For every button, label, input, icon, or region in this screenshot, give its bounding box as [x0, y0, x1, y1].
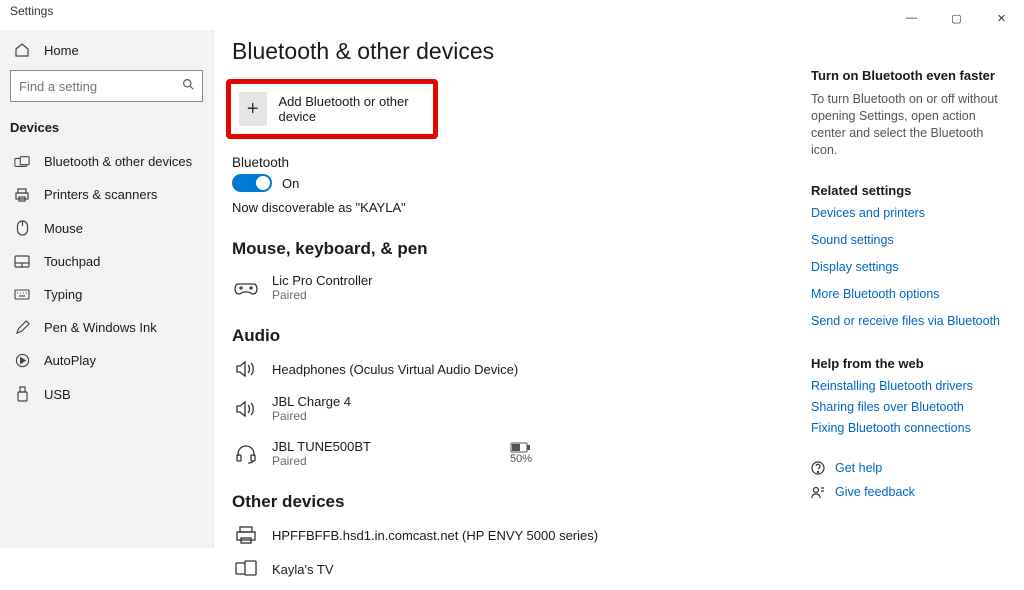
mouse-icon — [14, 220, 30, 236]
bluetooth-toggle[interactable] — [232, 174, 272, 192]
nav-autoplay[interactable]: AutoPlay — [0, 344, 213, 377]
link-display-settings[interactable]: Display settings — [811, 260, 1006, 274]
toggle-state-text: On — [282, 176, 299, 191]
nav-bluetooth[interactable]: Bluetooth & other devices — [0, 145, 213, 178]
window-minimize-button[interactable]: — — [889, 4, 934, 32]
add-device-highlight: + Add Bluetooth or other device — [226, 79, 438, 139]
device-row[interactable]: JBL TUNE500BT Paired 50% — [232, 435, 752, 480]
printer-device-icon — [234, 526, 258, 544]
help-icon — [811, 461, 825, 475]
window-controls: — ▢ ✕ — [889, 4, 1024, 32]
nav-home-label: Home — [44, 43, 79, 58]
window-maximize-button[interactable]: ▢ — [934, 4, 979, 32]
search-input[interactable] — [10, 70, 203, 102]
section-audio-heading: Audio — [232, 326, 781, 346]
nav-item-label: AutoPlay — [44, 353, 96, 368]
link-get-help[interactable]: Get help — [811, 461, 1006, 475]
device-name: JBL Charge 4 — [272, 394, 351, 409]
device-battery: 50% — [510, 442, 752, 465]
page-title: Bluetooth & other devices — [232, 38, 781, 65]
device-status: Paired — [272, 409, 351, 423]
title-bar: Settings — ▢ ✕ — [0, 0, 1024, 30]
headset-icon — [234, 444, 258, 464]
link-reinstall-drivers[interactable]: Reinstalling Bluetooth drivers — [811, 379, 1006, 393]
nav-group-label: Devices — [0, 114, 213, 145]
device-name: JBL TUNE500BT — [272, 439, 371, 454]
link-give-feedback[interactable]: Give feedback — [811, 485, 1006, 499]
device-name: Lic Pro Controller — [272, 273, 372, 288]
device-name: Headphones (Oculus Virtual Audio Device) — [272, 362, 518, 377]
section-mouse-heading: Mouse, keyboard, & pen — [232, 239, 781, 259]
related-heading: Related settings — [811, 183, 1006, 198]
speaker-icon — [234, 360, 258, 378]
nav-mouse[interactable]: Mouse — [0, 211, 213, 245]
tip-body: To turn Bluetooth on or off without open… — [811, 91, 1006, 159]
speaker-icon — [234, 400, 258, 418]
home-icon — [14, 42, 30, 58]
device-row[interactable]: Headphones (Oculus Virtual Audio Device) — [232, 356, 752, 390]
nav-home[interactable]: Home — [0, 36, 213, 70]
feedback-icon — [811, 485, 825, 499]
device-status: Paired — [272, 454, 371, 468]
sidebar: Home Devices Bluetooth & other devices P… — [0, 30, 214, 548]
pen-icon — [14, 320, 30, 335]
nav-item-label: Bluetooth & other devices — [44, 154, 192, 169]
help-heading: Help from the web — [811, 356, 1006, 371]
aside-panel: Turn on Bluetooth even faster To turn Bl… — [811, 38, 1006, 548]
link-send-receive-files[interactable]: Send or receive files via Bluetooth — [811, 314, 1006, 328]
device-name: Kayla's TV — [272, 562, 334, 577]
link-more-bluetooth[interactable]: More Bluetooth options — [811, 287, 1006, 301]
plus-icon: + — [239, 92, 267, 126]
link-fixing-connections[interactable]: Fixing Bluetooth connections — [811, 421, 1006, 435]
nav-item-label: USB — [44, 387, 71, 402]
main-panel: Bluetooth & other devices + Add Bluetoot… — [232, 38, 811, 548]
device-name: HPFFBFFB.hsd1.in.comcast.net (HP ENVY 50… — [272, 528, 598, 543]
autoplay-icon — [14, 353, 30, 368]
bluetooth-label: Bluetooth — [232, 155, 781, 170]
device-row[interactable]: Kayla's TV — [232, 556, 752, 590]
nav-item-label: Pen & Windows Ink — [44, 320, 157, 335]
nav-pen[interactable]: Pen & Windows Ink — [0, 311, 213, 344]
device-row[interactable]: JBL Charge 4 Paired — [232, 390, 752, 435]
discoverable-text: Now discoverable as "KAYLA" — [232, 200, 781, 215]
nav-item-label: Touchpad — [44, 254, 100, 269]
printer-icon — [14, 188, 30, 202]
nav-printers[interactable]: Printers & scanners — [0, 178, 213, 211]
nav-item-label: Mouse — [44, 221, 83, 236]
tip-heading: Turn on Bluetooth even faster — [811, 68, 1006, 83]
link-sound-settings[interactable]: Sound settings — [811, 233, 1006, 247]
touchpad-icon — [14, 255, 30, 268]
bluetooth-devices-icon — [14, 155, 30, 169]
link-devices-printers[interactable]: Devices and printers — [811, 206, 1006, 220]
nav-item-label: Printers & scanners — [44, 187, 157, 202]
device-row[interactable]: Lic Pro Controller Paired — [232, 269, 752, 314]
device-row[interactable]: HPFFBFFB.hsd1.in.comcast.net (HP ENVY 50… — [232, 522, 752, 556]
nav-usb[interactable]: USB — [0, 377, 213, 411]
window-title: Settings — [10, 4, 53, 18]
window-close-button[interactable]: ✕ — [979, 4, 1024, 32]
nav-typing[interactable]: Typing — [0, 278, 213, 311]
add-device-label: Add Bluetooth or other device — [279, 94, 418, 124]
link-sharing-files[interactable]: Sharing files over Bluetooth — [811, 400, 1006, 414]
device-status: Paired — [272, 288, 372, 302]
nav-item-label: Typing — [44, 287, 82, 302]
screen-device-icon — [234, 560, 258, 578]
search-icon — [182, 78, 195, 91]
controller-icon — [234, 280, 258, 296]
nav-touchpad[interactable]: Touchpad — [0, 245, 213, 278]
add-device-button[interactable]: + Add Bluetooth or other device — [235, 88, 427, 130]
keyboard-icon — [14, 289, 30, 300]
section-other-heading: Other devices — [232, 492, 781, 512]
usb-icon — [14, 386, 30, 402]
